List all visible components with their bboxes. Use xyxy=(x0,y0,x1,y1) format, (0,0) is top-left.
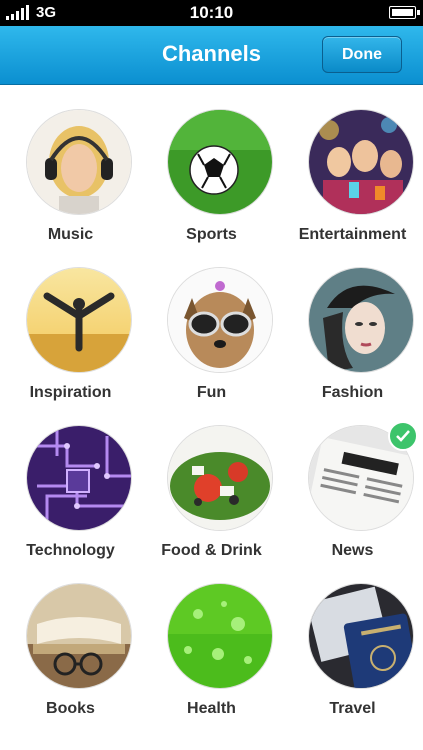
channel-news[interactable]: News xyxy=(282,401,423,559)
channel-health[interactable]: Health xyxy=(141,559,282,717)
channel-label: Books xyxy=(46,700,95,717)
channel-fun[interactable]: Fun xyxy=(141,243,282,401)
soccer-ball-icon xyxy=(168,110,272,214)
salad-icon xyxy=(168,426,272,530)
channel-fashion[interactable]: Fashion xyxy=(282,243,423,401)
circuit-board-icon xyxy=(27,426,131,530)
inspiration-icon xyxy=(27,268,131,372)
water-drops-icon xyxy=(168,584,272,688)
status-bar: 3G 10:10 xyxy=(0,0,423,26)
channel-label: News xyxy=(331,542,374,559)
battery-icon xyxy=(389,6,420,19)
channel-label: Health xyxy=(187,700,236,717)
channel-technology[interactable]: Technology xyxy=(0,401,141,559)
channel-label: Music xyxy=(47,226,94,243)
channel-label: Food & Drink xyxy=(161,542,262,559)
music-icon xyxy=(27,110,131,214)
channel-label: Fashion xyxy=(321,384,384,401)
channel-inspiration[interactable]: Inspiration xyxy=(0,243,141,401)
channel-label: Entertainment xyxy=(298,226,407,243)
channel-travel[interactable]: Travel xyxy=(282,559,423,717)
channel-label: Technology xyxy=(26,542,115,559)
fashion-icon xyxy=(309,268,413,372)
channel-label: Fun xyxy=(196,384,227,401)
channel-label: Inspiration xyxy=(29,384,112,401)
channel-label: Sports xyxy=(186,226,237,243)
dog-sunglasses-icon xyxy=(168,268,272,372)
party-icon xyxy=(309,110,413,214)
passport-icon xyxy=(309,584,413,688)
channel-entertainment[interactable]: Entertainment xyxy=(282,85,423,243)
channel-label: Travel xyxy=(329,700,376,717)
books-icon xyxy=(27,584,131,688)
channel-sports[interactable]: Sports xyxy=(141,85,282,243)
nav-bar: Channels Done xyxy=(0,26,423,85)
selected-check-icon xyxy=(388,421,418,451)
channel-books[interactable]: Books xyxy=(0,559,141,717)
clock: 10:10 xyxy=(189,3,234,22)
channel-food-drink[interactable]: Food & Drink xyxy=(141,401,282,559)
channel-music[interactable]: Music xyxy=(0,85,141,243)
done-button[interactable]: Done xyxy=(322,36,402,73)
